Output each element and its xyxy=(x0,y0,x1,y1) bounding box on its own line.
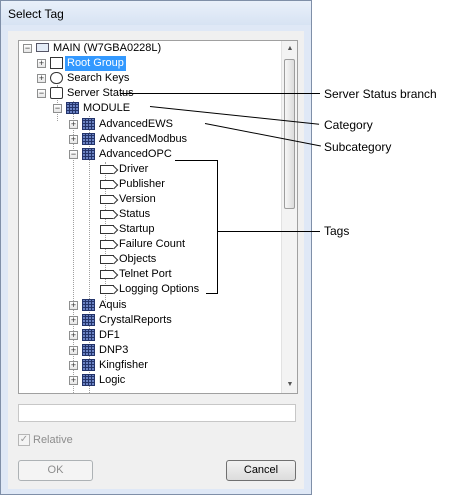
callout-tags: Tags xyxy=(324,224,350,238)
group-icon xyxy=(50,57,63,69)
category-icon xyxy=(82,314,95,326)
tree-node-label: Startup xyxy=(119,223,155,235)
category-icon xyxy=(82,148,95,160)
category-icon xyxy=(82,299,95,311)
server-status-icon xyxy=(50,87,63,99)
tree-node-label: CrystalReports xyxy=(99,314,172,326)
tag-icon xyxy=(100,180,114,189)
module-icon xyxy=(66,102,79,114)
tags-bracket-bottom xyxy=(206,293,218,294)
collapse-icon[interactable]: − xyxy=(23,44,32,53)
category-icon xyxy=(82,374,95,386)
ok-button[interactable]: OK xyxy=(18,460,93,481)
tree-node-label: AdvancedOPC xyxy=(99,148,172,160)
callout-category: Category xyxy=(324,118,373,132)
tag-path-field[interactable] xyxy=(18,404,296,422)
tree-node-label: Version xyxy=(119,193,156,205)
collapse-icon[interactable]: − xyxy=(53,104,62,113)
callout-line-server-status xyxy=(120,93,320,94)
category-icon xyxy=(82,118,95,130)
expand-icon[interactable]: + xyxy=(69,331,78,340)
expand-icon[interactable]: + xyxy=(69,120,78,129)
tag-icon xyxy=(100,210,114,219)
tree-node-label: Search Keys xyxy=(67,72,130,84)
category-icon xyxy=(82,133,95,145)
tree-node-label: Root Group xyxy=(65,56,126,71)
tree-node-label: Failure Count xyxy=(119,238,186,250)
cancel-button[interactable]: Cancel xyxy=(226,460,296,481)
callout-server-status-branch: Server Status branch xyxy=(324,87,437,101)
expand-icon[interactable]: + xyxy=(69,135,78,144)
tree-node-label: DNP3 xyxy=(99,344,129,356)
tag-icon xyxy=(100,240,114,249)
scroll-thumb[interactable] xyxy=(284,59,295,209)
expand-icon[interactable]: + xyxy=(69,316,78,325)
category-icon xyxy=(82,344,95,356)
expand-icon[interactable]: + xyxy=(37,74,46,83)
title-bar[interactable]: Select Tag xyxy=(1,1,311,25)
relative-label: Relative xyxy=(33,434,73,446)
tree-node-label: Logic xyxy=(99,374,126,386)
tree-node-label: Status xyxy=(119,208,151,220)
computer-icon xyxy=(36,43,49,52)
tree-node-label: Logging Options xyxy=(119,283,200,295)
tag-icon xyxy=(100,225,114,234)
tag-icon xyxy=(100,270,114,279)
collapse-icon[interactable]: − xyxy=(69,150,78,159)
tags-bracket-vertical xyxy=(217,160,218,293)
tree-node-label: MODULE xyxy=(83,102,131,114)
tree-node-label: DF1 xyxy=(99,329,120,341)
tag-icon xyxy=(100,255,114,264)
tree-node-label: AdvancedEWS xyxy=(99,118,173,130)
expand-icon[interactable]: + xyxy=(69,361,78,370)
tree-node-label: MAIN (W7GBA0228L) xyxy=(53,42,162,54)
tag-icon xyxy=(100,285,114,294)
tags-bracket-top xyxy=(175,160,217,161)
category-icon xyxy=(82,359,95,371)
tree-node-label: Objects xyxy=(119,253,157,265)
category-icon xyxy=(82,329,95,341)
tree-node-label: Publisher xyxy=(119,178,165,190)
scroll-down-icon[interactable]: ▼ xyxy=(282,377,297,393)
expand-icon[interactable]: + xyxy=(69,301,78,310)
tree-node-label: Aquis xyxy=(99,299,127,311)
callout-subcategory: Subcategory xyxy=(324,140,392,154)
tag-icon xyxy=(100,165,114,174)
dialog-title: Select Tag xyxy=(8,7,64,21)
tree-node-label: AdvancedModbus xyxy=(99,133,188,145)
expand-icon[interactable]: + xyxy=(37,59,46,68)
tree-node-label: Driver xyxy=(119,163,149,175)
callout-line-tags xyxy=(217,231,320,232)
dialog-client: − MAIN (W7GBA0228L) + Root Group + Searc… xyxy=(8,31,304,489)
scroll-up-icon[interactable]: ▲ xyxy=(282,41,297,57)
checkbox-check-icon[interactable]: ✓ xyxy=(18,434,30,446)
select-tag-dialog: Select Tag − MAIN (W7GBA0228L) + Root Gr… xyxy=(0,0,312,495)
tree-node-label: Kingfisher xyxy=(99,359,148,371)
expand-icon[interactable]: + xyxy=(69,346,78,355)
search-icon xyxy=(50,72,63,84)
tag-icon xyxy=(100,195,114,204)
expand-icon[interactable]: + xyxy=(69,376,78,385)
collapse-icon[interactable]: − xyxy=(37,89,46,98)
tree-node-label: Telnet Port xyxy=(119,268,172,280)
